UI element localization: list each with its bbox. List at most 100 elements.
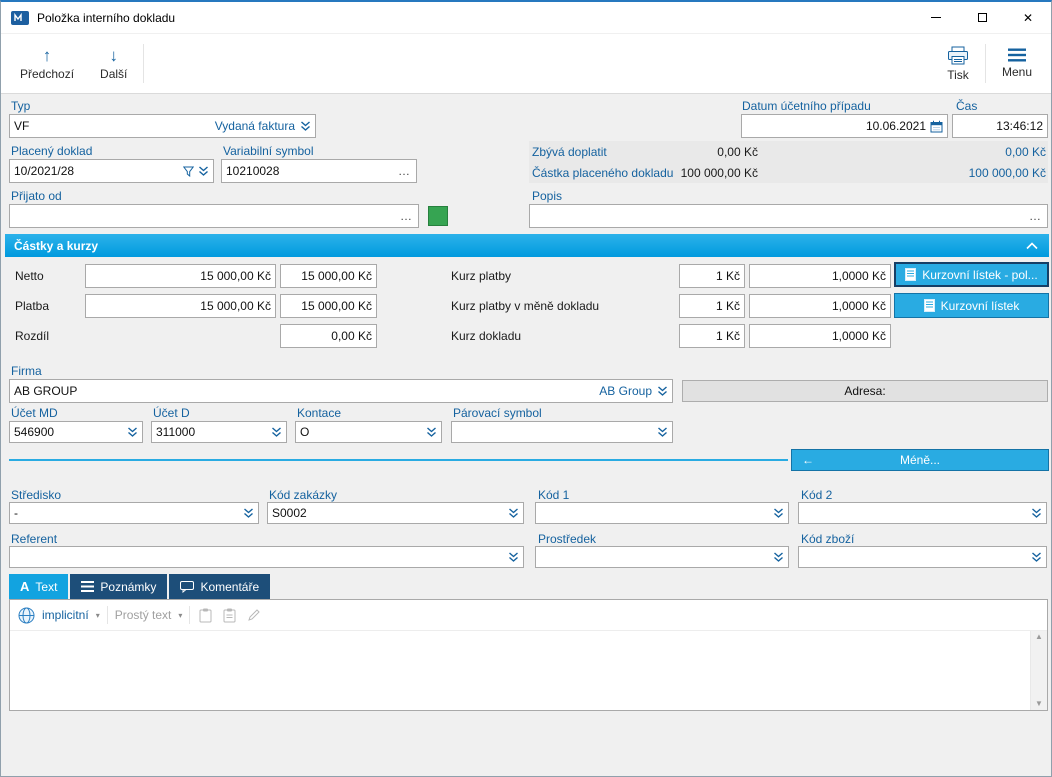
tab-text[interactable]: A Text: [9, 574, 68, 599]
kontace-dropdown-icon[interactable]: [424, 426, 439, 438]
kod-2-dropdown-icon[interactable]: [1029, 507, 1044, 519]
placeny-doklad-dropdown-icon[interactable]: [196, 165, 211, 177]
maximize-icon: [978, 13, 987, 22]
previous-label: Předchozí: [20, 67, 74, 81]
kod-zakazky-input[interactable]: [270, 506, 506, 520]
ucet-md-input[interactable]: [12, 425, 125, 439]
calendar-icon[interactable]: [928, 120, 945, 133]
minimize-button[interactable]: [913, 2, 959, 33]
kurz-platby-label: Kurz platby: [451, 269, 511, 283]
cas-input[interactable]: [955, 119, 1045, 133]
referent-dropdown-icon[interactable]: [506, 551, 521, 563]
popis-ellipsis-button[interactable]: …: [1025, 210, 1045, 222]
minimize-icon: [931, 17, 941, 18]
print-button[interactable]: Tisk: [934, 34, 982, 93]
next-label: Další: [100, 67, 127, 81]
kod-zakazky-label: Kód zakázky: [269, 488, 337, 502]
toolbar: ↑ Předchozí ↓ Další Tisk: [1, 34, 1051, 94]
placeny-doklad-input[interactable]: [12, 164, 181, 178]
stredisko-dropdown-icon[interactable]: [241, 507, 256, 519]
close-button[interactable]: ✕: [1005, 2, 1051, 33]
kod-zakazky-combo: [267, 502, 524, 524]
maximize-button[interactable]: [959, 2, 1005, 33]
down-arrow-icon: ↓: [109, 47, 118, 64]
variabilni-symbol-input[interactable]: [224, 164, 394, 178]
filter-icon[interactable]: [181, 166, 196, 177]
kontace-input[interactable]: [298, 425, 424, 439]
netto-input-1[interactable]: [88, 269, 273, 283]
language-selector[interactable]: implicitní: [42, 608, 89, 622]
prijato-od-status-button[interactable]: [428, 206, 448, 226]
variabilni-symbol-ellipsis-button[interactable]: …: [394, 165, 414, 177]
referent-combo: [9, 546, 524, 568]
referent-input[interactable]: [12, 550, 506, 564]
kod-zakazky-dropdown-icon[interactable]: [506, 507, 521, 519]
kod-zbozi-dropdown-icon[interactable]: [1029, 551, 1044, 563]
platba-input-1[interactable]: [88, 299, 273, 313]
previous-button[interactable]: ↑ Předchozí: [7, 34, 87, 93]
kurz-platby-input-1[interactable]: [682, 269, 742, 283]
prostredek-dropdown-icon[interactable]: [771, 551, 786, 563]
cas-label: Čas: [956, 99, 977, 113]
zbyva-doplatit-value: 0,00 Kč: [561, 145, 758, 159]
popis-field: …: [529, 204, 1048, 228]
editor-scrollbar[interactable]: ▲ ▼: [1030, 631, 1047, 710]
mene-button[interactable]: ← Méně...: [791, 449, 1049, 471]
kurz-platby-v-mene-input-2[interactable]: [752, 299, 888, 313]
kod-zbozi-input[interactable]: [801, 550, 1029, 564]
scroll-up-icon[interactable]: ▲: [1031, 633, 1047, 641]
kurz-platby-input-2[interactable]: [752, 269, 888, 283]
kurz-dokladu-label: Kurz dokladu: [451, 329, 521, 343]
typ-label: Typ: [11, 99, 30, 113]
popis-input[interactable]: [532, 209, 1025, 223]
platba-input-2[interactable]: [283, 299, 374, 313]
menu-button[interactable]: Menu: [989, 34, 1045, 93]
firma-dropdown-icon[interactable]: [655, 385, 670, 397]
stredisko-input[interactable]: [12, 506, 241, 520]
netto-input-2[interactable]: [283, 269, 374, 283]
text-editor-area[interactable]: [10, 631, 1030, 710]
castka-placeneho-value: 100 000,00 Kč: [561, 166, 758, 180]
ucet-md-dropdown-icon[interactable]: [125, 426, 140, 438]
kurzovni-listek-label: Kurzovní lístek: [941, 299, 1020, 313]
kurz-platby-v-mene-input-1[interactable]: [682, 299, 742, 313]
rozdil-input[interactable]: [283, 329, 374, 343]
paste-button[interactable]: [197, 608, 214, 623]
paste-special-button[interactable]: [221, 608, 238, 623]
next-button[interactable]: ↓ Další: [87, 34, 140, 93]
prostredek-input[interactable]: [538, 550, 771, 564]
firma-input[interactable]: [12, 384, 596, 398]
typ-combo: Vydaná faktura: [9, 114, 316, 138]
kurz-dokladu-input-1[interactable]: [682, 329, 742, 343]
ucet-d-input[interactable]: [154, 425, 269, 439]
kurzovni-listek-button[interactable]: Kurzovní lístek: [894, 293, 1049, 318]
typ-dropdown-icon[interactable]: [298, 120, 313, 132]
parovaci-symbol-dropdown-icon[interactable]: [655, 426, 670, 438]
kurz-dokladu-input-2[interactable]: [752, 329, 888, 343]
section-title: Částky a kurzy: [14, 239, 98, 253]
ucet-d-dropdown-icon[interactable]: [269, 426, 284, 438]
zbyva-doplatit-value-right: 0,00 Kč: [861, 145, 1046, 159]
parovaci-symbol-input[interactable]: [454, 425, 655, 439]
kod-zbozi-combo: [798, 546, 1047, 568]
kurzovni-listek-polozka-button[interactable]: Kurzovní lístek - pol...: [894, 262, 1049, 287]
kod-2-input[interactable]: [801, 506, 1029, 520]
format-selector[interactable]: Prostý text: [115, 608, 172, 622]
prijato-od-ellipsis-button[interactable]: …: [396, 210, 416, 222]
datum-input[interactable]: [744, 119, 928, 133]
typ-input[interactable]: [12, 119, 212, 133]
prijato-od-input[interactable]: [12, 209, 396, 223]
section-divider: [9, 459, 788, 461]
kurzovni-listek-polozka-label: Kurzovní lístek - pol...: [922, 268, 1037, 282]
window-title: Položka interního dokladu: [37, 11, 175, 25]
castky-a-kurzy-section-header: Částky a kurzy: [5, 234, 1049, 257]
adresa-button[interactable]: Adresa:: [682, 380, 1048, 402]
collapse-section-icon[interactable]: [1024, 242, 1040, 250]
tab-poznamky[interactable]: Poznámky: [70, 574, 167, 599]
kod-1-dropdown-icon[interactable]: [771, 507, 786, 519]
scroll-down-icon[interactable]: ▼: [1031, 700, 1047, 708]
edit-pencil-button[interactable]: [245, 608, 263, 622]
tab-komentare[interactable]: Komentáře: [169, 574, 270, 599]
kod-1-input[interactable]: [538, 506, 771, 520]
rozdil-label: Rozdíl: [15, 329, 49, 343]
